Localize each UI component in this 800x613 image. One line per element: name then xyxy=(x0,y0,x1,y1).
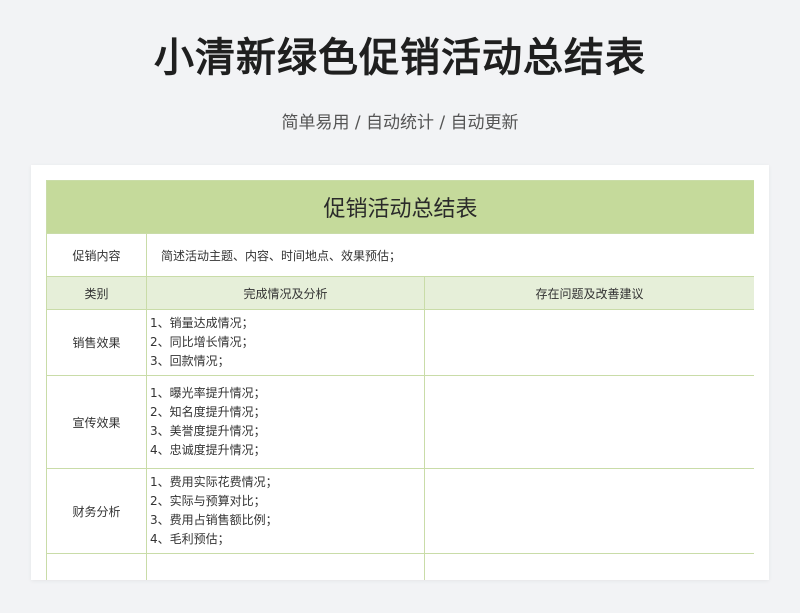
row-category: 宣传效果 xyxy=(46,375,147,469)
table-row: 销售效果 1、销量达成情况； 2、同比增长情况； 3、回款情况； xyxy=(46,309,754,376)
list-item: 2、实际与预算对比； xyxy=(150,494,266,508)
row-issues-cell[interactable] xyxy=(424,553,754,580)
list-item: 3、美誉度提升情况； xyxy=(150,424,266,438)
row-analysis-cell[interactable]: 1、费用实际花费情况； 2、实际与预算对比； 3、费用占销售额比例； 4、毛利预… xyxy=(146,468,425,554)
row-issues-cell[interactable] xyxy=(424,309,754,376)
intro-text[interactable]: 简述活动主题、内容、时间地点、效果预估； xyxy=(146,233,754,277)
table-title-row: 促销活动总结表 xyxy=(46,180,754,234)
row-analysis-cell[interactable]: 1、曝光率提升情况； 2、知名度提升情况； 3、美誉度提升情况； 4、忠诚度提升… xyxy=(146,375,425,469)
summary-sheet: 促销活动总结表 促销内容 简述活动主题、内容、时间地点、效果预估； 类别 完成情… xyxy=(31,165,769,580)
list-item: 4、忠诚度提升情况； xyxy=(150,443,266,457)
list-item: 1、费用实际花费情况； xyxy=(150,475,278,489)
page-subtitle: 简单易用 / 自动统计 / 自动更新 xyxy=(281,113,519,133)
list-item: 1、曝光率提升情况； xyxy=(150,386,266,400)
list-item: 3、回款情况； xyxy=(150,354,230,368)
list-item: 2、同比增长情况； xyxy=(150,335,254,349)
table-row xyxy=(46,553,754,580)
list-item: 1、销量达成情况； xyxy=(150,316,254,330)
intro-label: 促销内容 xyxy=(46,233,147,277)
row-issues-cell[interactable] xyxy=(424,375,754,469)
header-category: 类别 xyxy=(46,276,147,310)
table-title: 促销活动总结表 xyxy=(46,180,754,234)
header-issues: 存在问题及改善建议 xyxy=(424,276,754,310)
table-row: 财务分析 1、费用实际花费情况； 2、实际与预算对比； 3、费用占销售额比例； … xyxy=(46,468,754,554)
table-row: 宣传效果 1、曝光率提升情况； 2、知名度提升情况； 3、美誉度提升情况； 4、… xyxy=(46,375,754,469)
list-item: 4、毛利预估； xyxy=(150,532,230,546)
list-item: 3、费用占销售额比例； xyxy=(150,513,278,527)
header-analysis: 完成情况及分析 xyxy=(146,276,425,310)
row-analysis-cell[interactable] xyxy=(146,553,425,580)
row-issues-cell[interactable] xyxy=(424,468,754,554)
row-analysis-cell[interactable]: 1、销量达成情况； 2、同比增长情况； 3、回款情况； xyxy=(146,309,425,376)
page-title: 小清新绿色促销活动总结表 xyxy=(154,35,646,81)
row-category: 财务分析 xyxy=(46,468,147,554)
row-category: 销售效果 xyxy=(46,309,147,376)
row-category xyxy=(46,553,147,580)
table-viewport: 促销活动总结表 促销内容 简述活动主题、内容、时间地点、效果预估； 类别 完成情… xyxy=(46,180,754,580)
list-item: 2、知名度提升情况； xyxy=(150,405,266,419)
column-header-row: 类别 完成情况及分析 存在问题及改善建议 xyxy=(46,276,754,310)
intro-row: 促销内容 简述活动主题、内容、时间地点、效果预估； xyxy=(46,233,754,277)
summary-table: 促销活动总结表 促销内容 简述活动主题、内容、时间地点、效果预估； 类别 完成情… xyxy=(46,180,754,580)
